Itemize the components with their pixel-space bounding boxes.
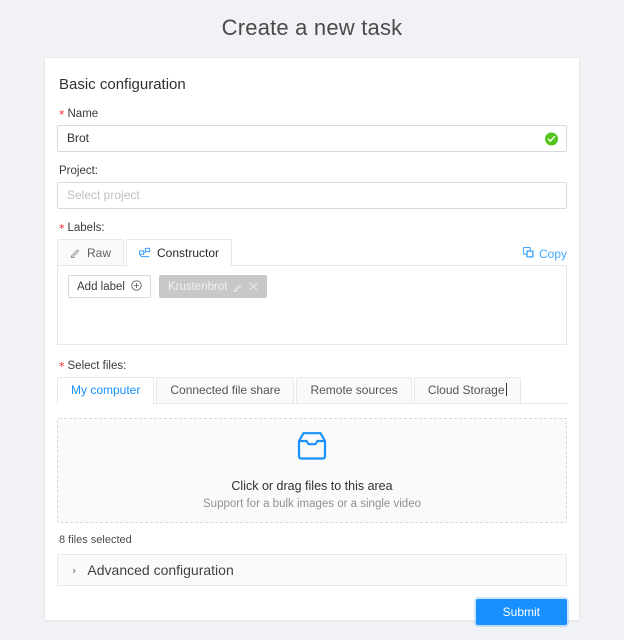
name-label-text: Name [67, 108, 99, 120]
pencil-icon[interactable] [233, 282, 243, 292]
add-label-text: Add label [77, 280, 125, 293]
labels-field-label: * Labels: [59, 221, 567, 235]
files-selected-status: 8 files selected [59, 534, 132, 546]
tab-cloud-storage-label: Cloud Storage [427, 383, 505, 397]
tab-cloud-storage[interactable]: Cloud Storage [413, 377, 521, 403]
file-source-tabs: My computer Connected file share Remote … [57, 377, 567, 404]
select-files-label: * Select files: [59, 359, 567, 373]
copy-icon [522, 246, 534, 261]
submit-row: Submit [57, 597, 570, 627]
section-title: Basic configuration [59, 76, 186, 93]
required-asterisk: * [59, 222, 65, 235]
dropzone-secondary-text: Support for a bulk images or a single vi… [203, 498, 421, 510]
tab-constructor-label: Constructor [157, 245, 220, 260]
constructor-icon [139, 247, 151, 258]
tab-connected-file-share[interactable]: Connected file share [156, 377, 295, 403]
project-select[interactable]: Select project [57, 182, 567, 209]
advanced-configuration-panel[interactable]: › Advanced configuration [57, 554, 567, 586]
label-chip-name: Krustenbrot [167, 280, 228, 293]
label-chip-krustenbrot[interactable]: Krustenbrot [158, 275, 268, 298]
labels-panel: Add label Krustenbrot [57, 266, 567, 345]
chevron-right-icon: › [72, 563, 77, 577]
project-field-label: Project: [59, 165, 98, 177]
create-task-card: Basic configuration * Name Brot Project: … [44, 57, 580, 627]
pencil-icon [70, 247, 81, 258]
labels-tabs: Raw Constructor Copy [57, 239, 567, 266]
dropzone-primary-text: Click or drag files to this area [231, 479, 393, 493]
check-circle-icon [545, 132, 558, 145]
inbox-icon [295, 431, 329, 466]
submit-button[interactable]: Submit [473, 597, 570, 627]
name-input[interactable]: Brot [57, 125, 567, 152]
tab-remote-sources[interactable]: Remote sources [296, 377, 412, 403]
copy-label: Copy [538, 247, 567, 261]
text-caret [505, 383, 507, 396]
name-field-label: * Name [59, 107, 567, 121]
tab-constructor[interactable]: Constructor [126, 239, 233, 266]
add-label-button[interactable]: Add label [68, 275, 151, 298]
name-input-value: Brot [67, 131, 90, 145]
advanced-configuration-label: Advanced configuration [87, 562, 234, 578]
tab-raw[interactable]: Raw [57, 239, 125, 265]
plus-circle-icon [131, 279, 142, 294]
close-icon[interactable] [249, 282, 258, 291]
labels-label-text: Labels: [67, 222, 105, 234]
tab-raw-label: Raw [87, 245, 112, 260]
select-files-label-text: Select files: [67, 360, 127, 372]
required-asterisk: * [59, 108, 65, 121]
file-dropzone[interactable]: Click or drag files to this area Support… [57, 418, 567, 523]
required-asterisk: * [59, 360, 65, 373]
page-title: Create a new task [221, 15, 403, 40]
copy-button[interactable]: Copy [522, 246, 567, 265]
project-placeholder: Select project [67, 188, 140, 202]
tab-my-computer[interactable]: My computer [57, 377, 155, 404]
